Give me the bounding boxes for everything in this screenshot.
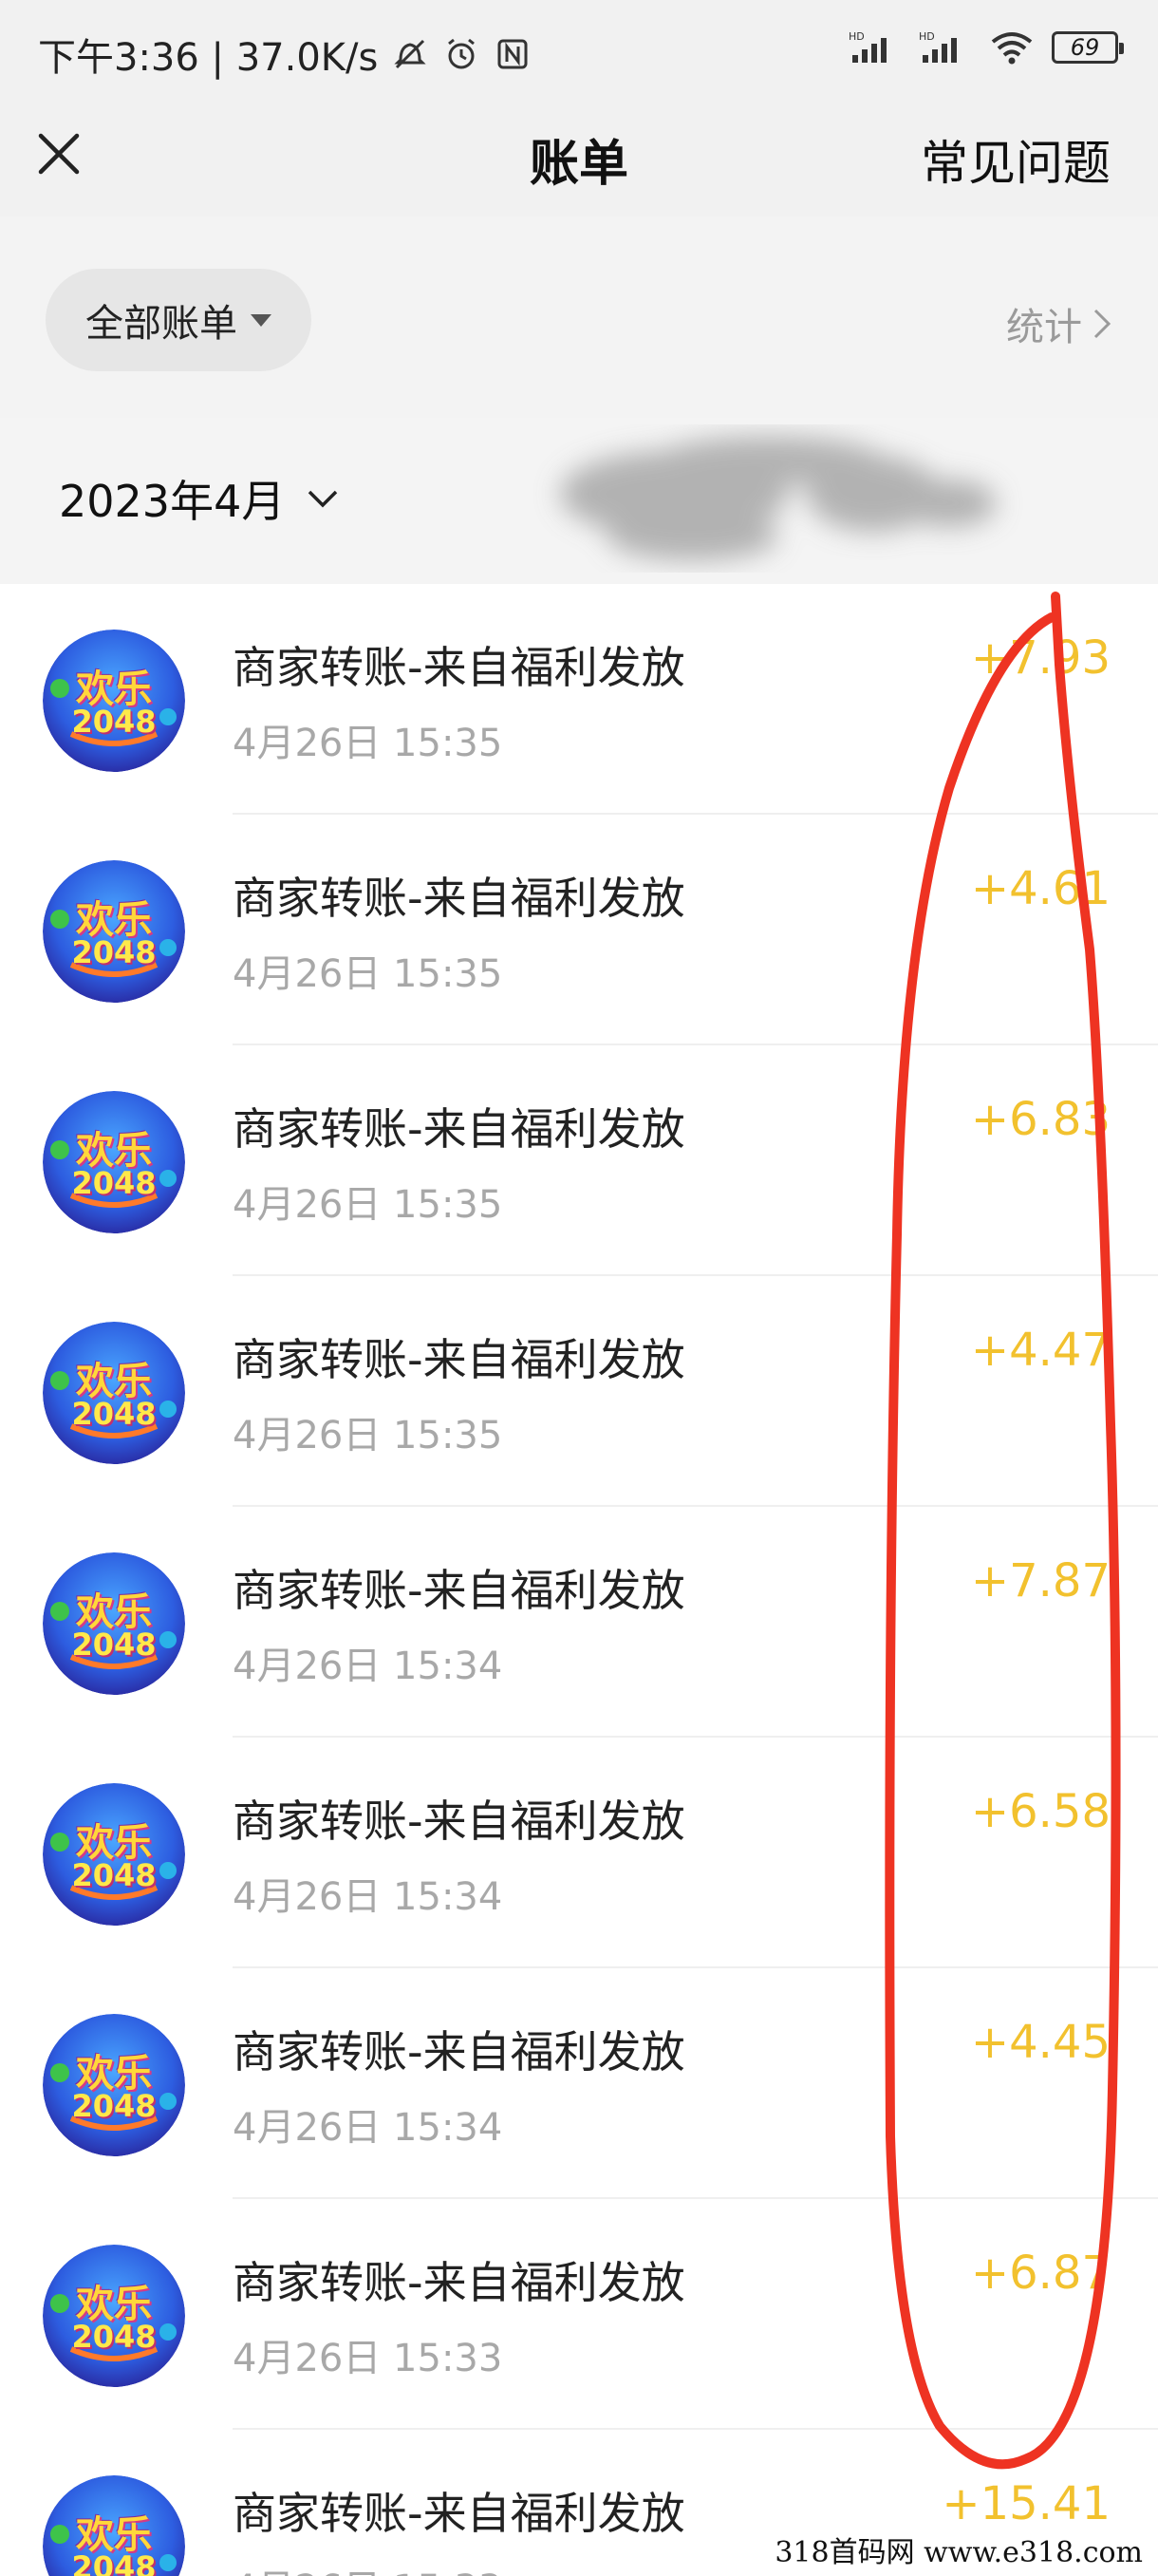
transaction-amount: +6.83 (970, 1093, 1111, 1146)
merchant-avatar: 欢乐 2048 (43, 860, 185, 1003)
merchant-avatar: 欢乐 2048 (43, 1322, 185, 1464)
battery-icon: 69 (1052, 31, 1124, 64)
transaction-amount: +7.93 (970, 631, 1111, 685)
merchant-avatar: 欢乐 2048 (43, 2245, 185, 2387)
transaction-time: 4月26日 15:35 (233, 722, 503, 765)
status-right: HD HD 69 (849, 28, 1124, 66)
caret-down-icon (251, 313, 271, 327)
svg-text:HD: HD (849, 30, 865, 43)
filter-row: 全部账单 统计 (0, 216, 1158, 418)
avatar-text-bottom: 2048 (71, 704, 157, 740)
signal-hd-icon: HD (849, 30, 887, 63)
bill-page: { "status_bar": { "time_speed": "下午3:36 … (0, 0, 1158, 2576)
svg-text:HD: HD (919, 30, 935, 43)
month-label: 2023年4月 (59, 476, 286, 527)
transaction-time: 4月26日 15:35 (233, 1183, 503, 1227)
transaction-title: 商家转账-来自福利发放 (233, 1334, 685, 1385)
battery-level: 69 (1070, 34, 1100, 61)
transaction-title: 商家转账-来自福利发放 (233, 1565, 685, 1616)
merchant-avatar: 欢乐 2048 (43, 630, 185, 772)
transaction-amount: +6.87 (970, 2247, 1111, 2300)
status-time-speed: 下午3:36 | 37.0K/s (38, 36, 379, 80)
merchant-avatar: 欢乐 2048 (43, 1552, 185, 1695)
all-bills-filter-button[interactable]: 全部账单 (46, 269, 311, 371)
transaction-row[interactable]: 欢乐 2048 商家转账-来自福利发放 4月26日 15:35 +6.83 (0, 1045, 1158, 1276)
stats-link[interactable]: 统计 (1006, 296, 1112, 351)
transaction-row[interactable]: 欢乐 2048 商家转账-来自福利发放 4月26日 15:34 +6.58 (0, 1738, 1158, 1968)
transaction-amount: +6.58 (970, 1785, 1111, 1838)
transaction-title: 商家转账-来自福利发放 (233, 873, 685, 924)
transaction-time: 4月26日 15:34 (233, 2106, 503, 2150)
avatar-text-bottom: 2048 (71, 2319, 157, 2355)
transaction-title: 商家转账-来自福利发放 (233, 642, 685, 693)
wifi-icon (991, 32, 1033, 65)
month-header: 2023年4月 (0, 418, 1158, 584)
transaction-title: 商家转账-来自福利发放 (233, 1796, 685, 1847)
status-bar: 下午3:36 | 37.0K/s HD HD 69 (0, 0, 1158, 103)
status-left: 下午3:36 | 37.0K/s (38, 27, 532, 82)
chevron-right-icon (1093, 309, 1111, 339)
signal-hd-icon-2: HD (919, 30, 957, 63)
transaction-row[interactable]: 欢乐 2048 商家转账-来自福利发放 4月26日 15:33 +6.87 (0, 2199, 1158, 2430)
transaction-list: 欢乐 2048 商家转账-来自福利发放 4月26日 15:35 +7.93 欢乐 2048 商… (0, 584, 1158, 2576)
transaction-title: 商家转账-来自福利发放 (233, 2488, 685, 2539)
faq-link[interactable]: 常见问题 (921, 125, 1111, 194)
merchant-avatar: 欢乐 2048 (43, 2475, 185, 2576)
merchant-avatar: 欢乐 2048 (43, 2014, 185, 2156)
transaction-amount: +4.47 (970, 1324, 1111, 1377)
transaction-row[interactable]: 欢乐 2048 商家转账-来自福利发放 4月26日 15:35 +4.47 (0, 1276, 1158, 1507)
stats-label: 统计 (1006, 306, 1082, 349)
transaction-time: 4月26日 15:35 (233, 1414, 503, 1457)
transaction-amount: +4.45 (970, 2016, 1111, 2069)
avatar-text-bottom: 2048 (71, 1396, 157, 1432)
transaction-row[interactable]: 欢乐 2048 商家转账-来自福利发放 4月26日 15:34 +4.45 (0, 1968, 1158, 2199)
avatar-text-bottom: 2048 (71, 2549, 157, 2576)
transaction-time: 4月26日 15:34 (233, 1875, 503, 1919)
transaction-title: 商家转账-来自福利发放 (233, 2257, 685, 2308)
nfc-icon (497, 39, 528, 69)
transaction-row[interactable]: 欢乐 2048 商家转账-来自福利发放 4月26日 15:34 +7.87 (0, 1507, 1158, 1738)
transaction-row[interactable]: 欢乐 2048 商家转账-来自福利发放 4月26日 15:35 +4.61 (0, 815, 1158, 1045)
transaction-title: 商家转账-来自福利发放 (233, 1103, 685, 1155)
merchant-avatar: 欢乐 2048 (43, 1783, 185, 1926)
watermark: 318首码网 www.e318.com (767, 2527, 1150, 2572)
chevron-down-icon (308, 490, 338, 508)
transaction-title: 商家转账-来自福利发放 (233, 2026, 685, 2078)
transaction-amount: +15.41 (942, 2477, 1111, 2530)
alarm-clock-icon (448, 38, 476, 69)
transaction-row[interactable]: 欢乐 2048 商家转账-来自福利发放 4月26日 15:35 +7.93 (0, 584, 1158, 815)
transaction-time: 4月26日 15:34 (233, 1645, 503, 1688)
transaction-amount: +4.61 (970, 862, 1111, 915)
redaction-smudge (560, 437, 997, 560)
transaction-time: 4月26日 15:33 (233, 2558, 502, 2576)
merchant-avatar: 欢乐 2048 (43, 1091, 185, 1233)
avatar-text-bottom: 2048 (71, 2088, 157, 2124)
mute-alarm-icon (394, 39, 426, 69)
avatar-text-bottom: 2048 (71, 934, 157, 970)
avatar-text-bottom: 2048 (71, 1165, 157, 1201)
avatar-text-bottom: 2048 (71, 1857, 157, 1893)
transaction-amount: +7.87 (970, 1554, 1111, 1608)
transaction-time: 4月26日 15:33 (233, 2337, 503, 2380)
all-bills-label: 全部账单 (85, 302, 237, 346)
nav-header: 账单 常见问题 (0, 103, 1158, 216)
avatar-text-bottom: 2048 (71, 1626, 157, 1663)
month-selector[interactable]: 2023年4月 (59, 467, 340, 530)
transaction-time: 4月26日 15:35 (233, 952, 503, 996)
